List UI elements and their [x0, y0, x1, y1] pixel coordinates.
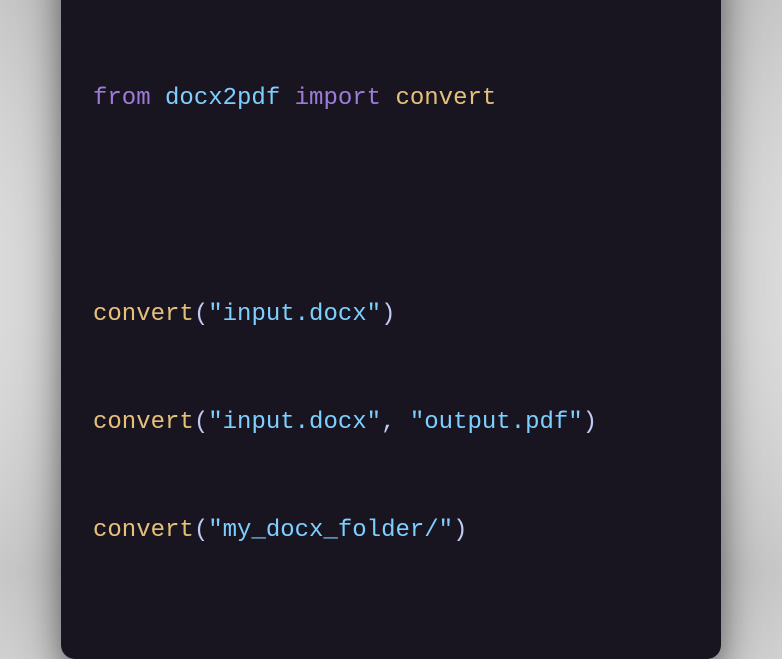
paren-close: ): [583, 409, 597, 436]
code-block: from docx2pdf import convert convert("in…: [93, 9, 689, 621]
paren-close: ): [453, 517, 467, 544]
blank-line: [93, 189, 689, 225]
paren-open: (: [194, 517, 208, 544]
string-arg: "my_docx_folder/": [208, 517, 453, 544]
code-line-3: convert("input.docx", "output.pdf"): [93, 405, 689, 441]
code-line-4: convert("my_docx_folder/"): [93, 513, 689, 549]
string-arg: "input.docx": [208, 409, 381, 436]
keyword-import: import: [295, 85, 381, 112]
string-arg: "input.docx": [208, 301, 381, 328]
paren-open: (: [194, 409, 208, 436]
function-call: convert: [93, 409, 194, 436]
arg-separator: ,: [381, 409, 410, 436]
paren-close: ): [381, 301, 395, 328]
code-line-2: convert("input.docx"): [93, 297, 689, 333]
import-name: convert: [395, 85, 496, 112]
paren-open: (: [194, 301, 208, 328]
string-arg: "output.pdf": [410, 409, 583, 436]
keyword-from: from: [93, 85, 151, 112]
function-call: convert: [93, 301, 194, 328]
code-window: from docx2pdf import convert convert("in…: [61, 0, 721, 659]
code-line-1: from docx2pdf import convert: [93, 81, 689, 117]
function-call: convert: [93, 517, 194, 544]
module-name: docx2pdf: [165, 85, 280, 112]
